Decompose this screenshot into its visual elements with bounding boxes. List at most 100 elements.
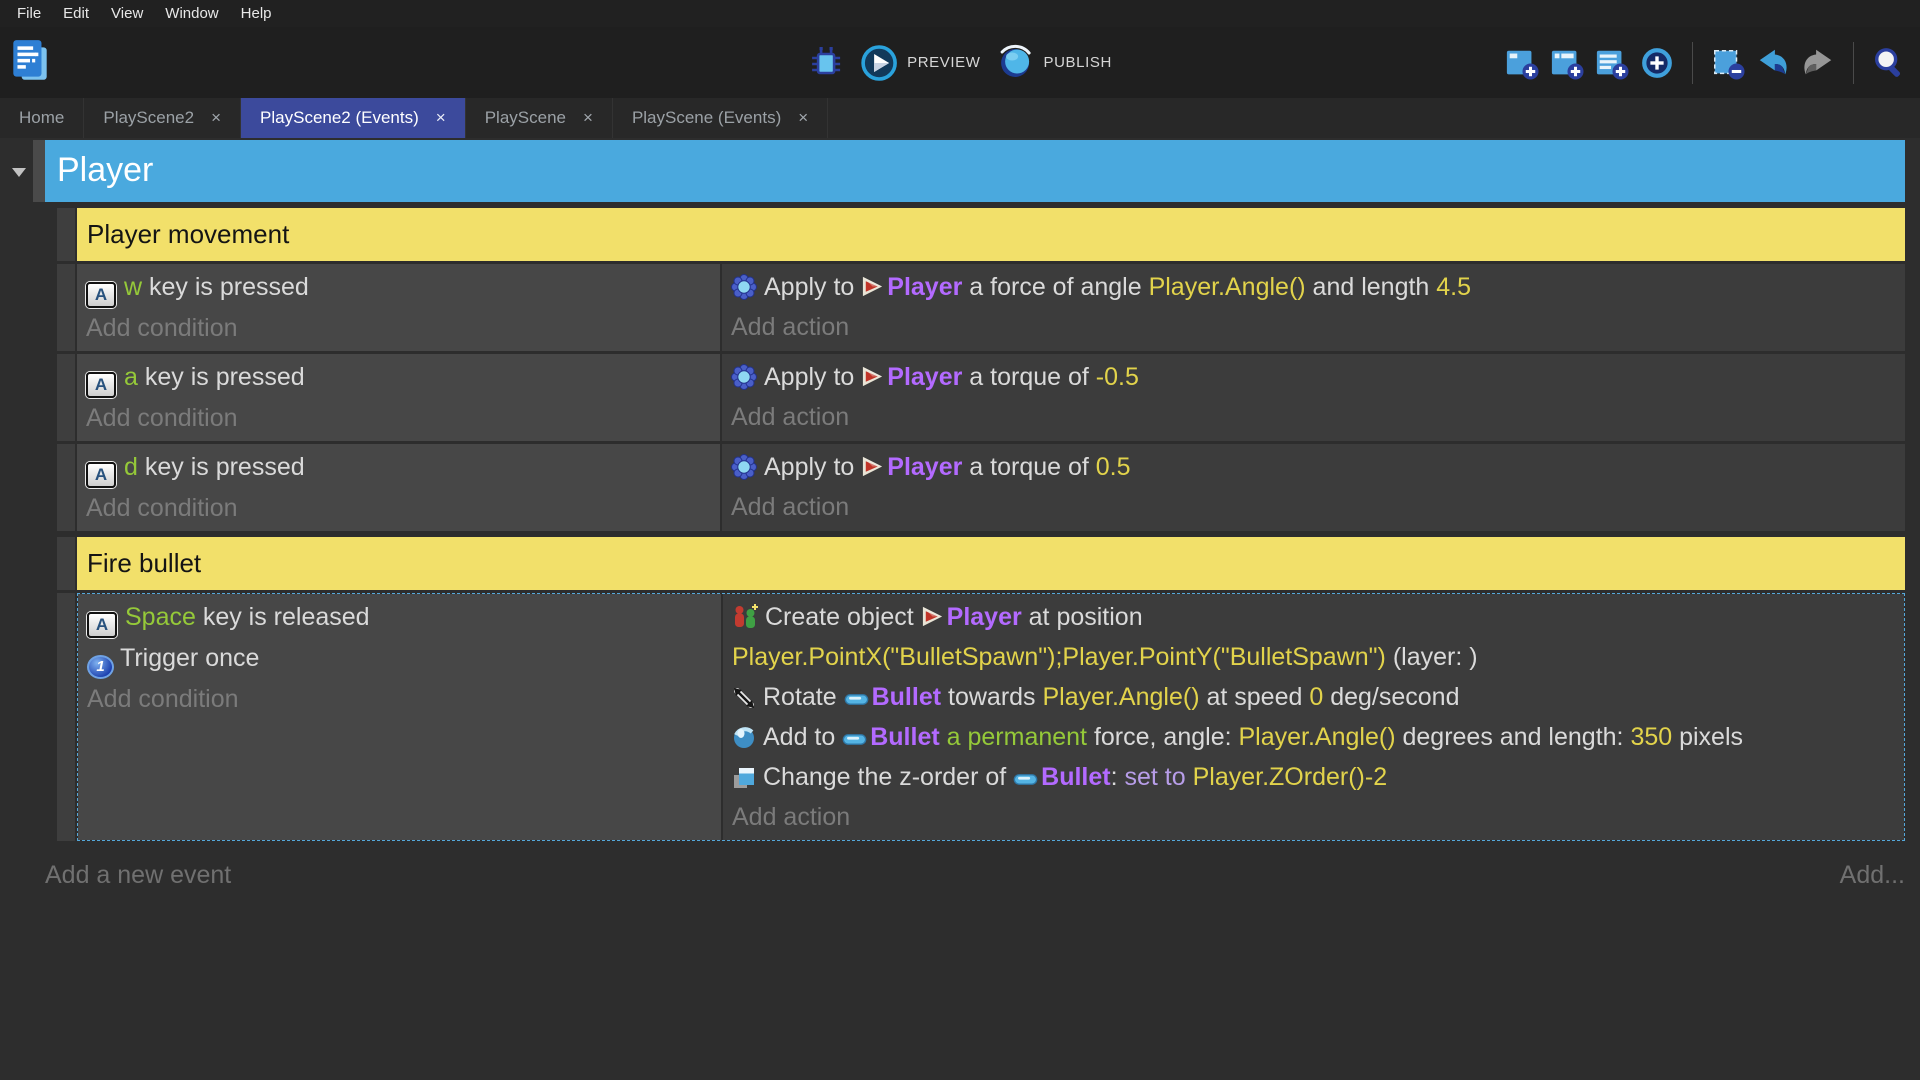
toolbar-center-group: PREVIEW PUBLISH (808, 27, 1112, 98)
group-drag-handle[interactable] (33, 140, 45, 202)
section-title[interactable]: Player movement (77, 208, 1905, 261)
menu-file[interactable]: File (6, 5, 52, 22)
action-apply-torque[interactable]: Apply to Player a torque of -0.5 (731, 357, 1895, 397)
condition-key-pressed[interactable]: Aa key is pressed (86, 357, 710, 398)
conditions-cell: Aw key is pressed Add condition (77, 264, 720, 351)
tab-close-icon[interactable]: × (583, 108, 593, 128)
toolbar-separator (1853, 41, 1854, 84)
tab-playscene2[interactable]: PlayScene2 × (84, 98, 242, 138)
menu-bar: File Edit View Window Help (0, 0, 1920, 27)
section-player-movement: Player movement (57, 208, 1905, 261)
search-events-button[interactable] (1872, 46, 1906, 80)
add-new-event-link[interactable]: Add a new event (45, 855, 231, 895)
add-event-button[interactable] (1505, 46, 1539, 80)
add-action-link[interactable]: Add action (732, 797, 1894, 837)
action-create-object[interactable]: Create object Player at position (732, 597, 1894, 637)
conditions-cell: Ad key is pressed Add condition (77, 444, 720, 531)
project-manager-button[interactable] (10, 38, 50, 86)
event-drag-handle[interactable] (57, 354, 75, 441)
bullet-object-icon (1013, 774, 1038, 785)
add-comment-button[interactable] (1595, 46, 1629, 80)
tab-label: PlayScene2 (103, 108, 195, 127)
key-name: w (124, 273, 143, 301)
tab-close-icon[interactable]: × (436, 108, 446, 128)
action-apply-force[interactable]: Apply to Player a force of angle Player.… (731, 267, 1895, 307)
actions-cell: Create object Player at position Player.… (723, 594, 1904, 840)
condition-trigger-once[interactable]: 1 Trigger once (87, 638, 711, 679)
object-name: Player (887, 273, 963, 301)
event-drag-handle[interactable] (57, 593, 75, 841)
event-drag-handle[interactable] (57, 444, 75, 531)
add-subevent-button[interactable] (1550, 46, 1584, 80)
tab-close-icon[interactable]: × (798, 108, 808, 128)
gdevelop-projects-icon (13, 40, 47, 80)
add-condition-link[interactable]: Add condition (86, 488, 710, 528)
rotate-icon (734, 688, 754, 708)
add-condition-link[interactable]: Add condition (87, 679, 711, 719)
object-name: Player (946, 603, 1022, 631)
keyboard-key-icon: A (86, 462, 116, 488)
bullet-object-icon (842, 734, 867, 745)
event-drag-handle[interactable] (57, 264, 75, 351)
choose-add-event-button[interactable] (1640, 46, 1674, 80)
action-add-force[interactable]: Add to Bullet a permanent force, angle: … (732, 717, 1894, 757)
add-more-link[interactable]: Add... (1840, 855, 1905, 895)
object-name: Player (887, 363, 963, 391)
redo-button[interactable] (1801, 46, 1835, 80)
main-toolbar: PREVIEW PUBLISH (0, 27, 1920, 98)
undo-button[interactable] (1756, 46, 1790, 80)
key-name: a (124, 363, 138, 391)
add-event-icon (1506, 50, 1539, 80)
condition-key-released[interactable]: A Space key is released (87, 597, 711, 638)
tab-home[interactable]: Home (0, 98, 85, 138)
menu-window[interactable]: Window (154, 5, 229, 22)
condition-key-pressed[interactable]: Aw key is pressed (86, 267, 710, 308)
event-row-fire-bullet-selected: A Space key is released 1 Trigger once Add… (57, 593, 1905, 841)
event-drag-handle[interactable] (57, 208, 75, 261)
preview-button[interactable]: PREVIEW (860, 44, 980, 82)
add-condition-link[interactable]: Add condition (86, 308, 710, 348)
group-title[interactable]: Player (45, 140, 1905, 202)
action-apply-torque[interactable]: Apply to Player a torque of 0.5 (731, 447, 1895, 487)
menu-edit[interactable]: Edit (52, 5, 100, 22)
events-sheet: Player Player movement Aw key is pressed… (0, 138, 1920, 1080)
trigger-once-icon: 1 (87, 655, 114, 679)
add-action-link[interactable]: Add action (731, 487, 1895, 527)
tab-playscene2-events[interactable]: PlayScene2 (Events) × (241, 98, 466, 138)
delete-event-button[interactable] (1711, 46, 1745, 80)
add-action-link[interactable]: Add action (731, 307, 1895, 347)
publish-button[interactable]: PUBLISH (997, 44, 1112, 82)
keyboard-key-icon: A (87, 612, 117, 638)
gdevelop-window: File Edit View Window Help PREVIEW PUBLI… (0, 0, 1920, 1080)
event-drag-handle[interactable] (57, 537, 75, 590)
section-fire-bullet: Fire bullet (57, 537, 1905, 590)
tab-close-icon[interactable]: × (211, 108, 221, 128)
tab-playscene[interactable]: PlayScene × (466, 98, 613, 138)
keyboard-key-icon: A (86, 372, 116, 398)
player-object-icon (922, 606, 942, 627)
create-object-icon (735, 604, 758, 628)
event-group-player[interactable]: Player (33, 140, 1905, 202)
toolbar-separator (1692, 41, 1693, 84)
section-title[interactable]: Fire bullet (77, 537, 1905, 590)
physics-force-icon (731, 274, 757, 300)
add-action-link[interactable]: Add action (731, 397, 1895, 437)
add-condition-link[interactable]: Add condition (86, 398, 710, 438)
actions-cell: Apply to Player a force of angle Player.… (722, 264, 1905, 351)
condition-key-pressed[interactable]: Ad key is pressed (86, 447, 710, 488)
debug-button[interactable] (808, 45, 844, 81)
action-change-zorder[interactable]: Change the z-order of Bullet: set to Pla… (732, 757, 1894, 797)
add-comment-icon (1596, 50, 1629, 80)
menu-help[interactable]: Help (230, 5, 283, 22)
keyboard-key-icon: A (86, 282, 116, 308)
menu-view[interactable]: View (100, 5, 154, 22)
tab-playscene-events[interactable]: PlayScene (Events) × (613, 98, 829, 138)
action-rotate-bullet[interactable]: Rotate Bullet towards Player.Angle() at … (732, 677, 1894, 717)
bullet-object-icon (844, 694, 868, 705)
collapse-group-button[interactable] (10, 166, 28, 178)
action-create-object-position[interactable]: Player.PointX("BulletSpawn");Player.Poin… (732, 637, 1894, 677)
selected-event[interactable]: A Space key is released 1 Trigger once Add… (77, 593, 1905, 841)
player-object-icon (863, 456, 883, 477)
object-name: Bullet (870, 723, 940, 751)
key-name: d (124, 453, 138, 481)
